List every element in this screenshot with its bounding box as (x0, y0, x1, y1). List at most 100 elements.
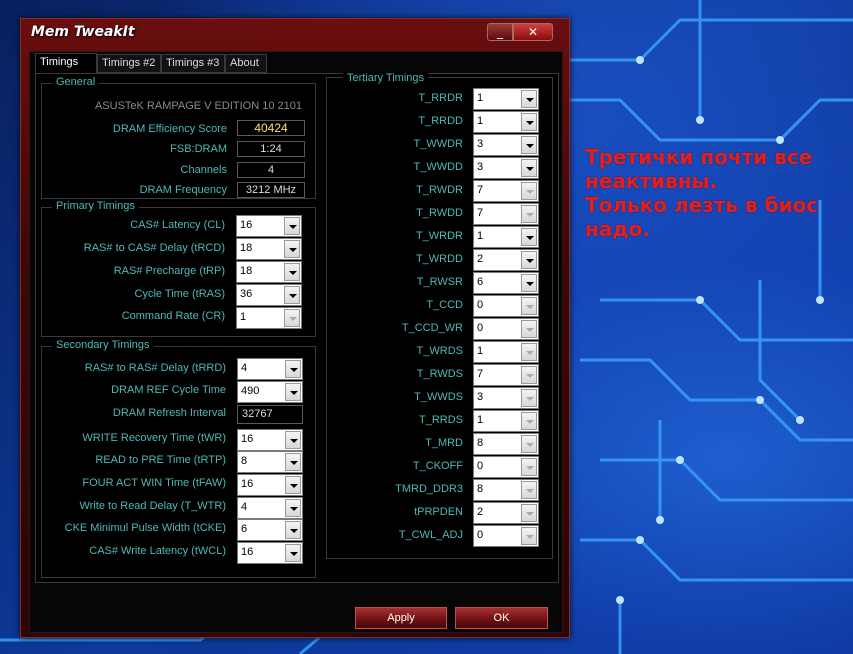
tab-timings-1[interactable]: Timings #1 (35, 53, 97, 85)
tertiary-label-tprpden: tPRPDEN (414, 506, 463, 518)
chevron-down-icon[interactable] (521, 412, 537, 430)
chevron-down-icon[interactable] (521, 458, 537, 476)
twr-select[interactable]: 16 (237, 429, 303, 451)
chevron-down-icon[interactable] (284, 286, 300, 304)
chevron-down-icon[interactable] (521, 251, 537, 269)
minimize-button[interactable]: _ (487, 23, 513, 41)
tertiary-select-tmrd-ddr3[interactable]: 8 (473, 479, 539, 501)
trrd-label: RAS# to RAS# Delay (tRRD) (84, 362, 226, 374)
cas-latency-select[interactable]: 16 (236, 215, 302, 237)
tertiary-value: 8 (477, 437, 484, 449)
tab-about[interactable]: About (225, 54, 267, 73)
tertiary-select-t-rrds[interactable]: 1 (473, 410, 539, 432)
trtp-select[interactable]: 8 (237, 451, 303, 473)
chevron-down-icon[interactable] (521, 504, 537, 522)
trp-select[interactable]: 18 (236, 261, 302, 283)
chevron-down-icon[interactable] (285, 476, 301, 494)
twtr-select[interactable]: 4 (237, 497, 303, 519)
tertiary-value: 3 (477, 138, 484, 150)
tertiary-select-t-wrds[interactable]: 1 (473, 341, 539, 363)
chevron-down-icon[interactable] (285, 360, 301, 378)
apply-button[interactable]: Apply (355, 607, 447, 629)
title-bar[interactable]: Mem TweakIt _ ✕ (21, 19, 569, 49)
chevron-down-icon[interactable] (285, 499, 301, 517)
timings-1-pane: General ASUSTeK RAMPAGE V EDITION 10 210… (35, 72, 559, 583)
chevron-down-icon[interactable] (521, 90, 537, 108)
chevron-down-icon[interactable] (285, 521, 301, 539)
chevron-down-icon[interactable] (285, 383, 301, 401)
command-rate-select[interactable]: 1 (236, 307, 302, 329)
chevron-down-icon[interactable] (521, 113, 537, 131)
chevron-down-icon[interactable] (521, 228, 537, 246)
tertiary-select-t-rwdd[interactable]: 7 (473, 203, 539, 225)
tertiary-label-t-wwdr: T_WWDR (413, 138, 464, 150)
chevron-down-icon[interactable] (284, 309, 300, 327)
efficiency-value: 40424 (237, 120, 305, 136)
close-button[interactable]: ✕ (513, 23, 553, 41)
tertiary-select-t-rwsr[interactable]: 6 (473, 272, 539, 294)
chevron-down-icon[interactable] (521, 297, 537, 315)
chevron-down-icon[interactable] (521, 320, 537, 338)
chevron-down-icon[interactable] (284, 263, 300, 281)
twcl-label: CAS# Write Latency (tWCL) (89, 545, 226, 557)
tertiary-select-t-rwds[interactable]: 7 (473, 364, 539, 386)
tertiary-label-t-wrdr: T_WRDR (415, 230, 463, 242)
chevron-down-icon[interactable] (521, 343, 537, 361)
tcke-select[interactable]: 6 (237, 519, 303, 541)
tertiary-select-t-rwdr[interactable]: 7 (473, 180, 539, 202)
annotation-line: надо. (585, 217, 650, 241)
tertiary-select-t-rrdd[interactable]: 1 (473, 111, 539, 133)
tras-label: Cycle Time (tRAS) (134, 288, 225, 300)
tras-select[interactable]: 36 (236, 284, 302, 306)
tertiary-label-t-rwdr: T_RWDR (416, 184, 463, 196)
tertiary-select-t-cwl-adj[interactable]: 0 (473, 525, 539, 547)
chevron-down-icon[interactable] (521, 182, 537, 200)
chevron-down-icon[interactable] (521, 435, 537, 453)
chevron-down-icon[interactable] (521, 159, 537, 177)
tertiary-value: 1 (477, 414, 484, 426)
tcke-label: CKE Minimul Pulse Width (tCKE) (64, 522, 226, 534)
chevron-down-icon[interactable] (284, 240, 300, 258)
tertiary-select-t-mrd[interactable]: 8 (473, 433, 539, 455)
chevron-down-icon[interactable] (521, 389, 537, 407)
trcd-select[interactable]: 18 (236, 238, 302, 260)
tertiary-value: 1 (477, 230, 484, 242)
chevron-down-icon[interactable] (521, 274, 537, 292)
tfaw-select[interactable]: 16 (237, 474, 303, 496)
trrd-select[interactable]: 4 (237, 358, 303, 380)
tertiary-value: 0 (477, 299, 484, 311)
twtr-label: Write to Read Delay (T_WTR) (79, 500, 227, 512)
tertiary-select-t-wrdr[interactable]: 1 (473, 226, 539, 248)
chevron-down-icon[interactable] (285, 544, 301, 562)
tertiary-select-t-wrdd[interactable]: 2 (473, 249, 539, 271)
tab-timings-3[interactable]: Timings #3 (161, 54, 225, 73)
trp-label: RAS# Precharge (tRP) (113, 265, 225, 277)
chevron-down-icon[interactable] (284, 217, 300, 235)
tertiary-select-tprpden[interactable]: 2 (473, 502, 539, 524)
chevron-down-icon[interactable] (521, 481, 537, 499)
fsb-dram-label: FSB:DRAM (170, 143, 227, 155)
ref-cycle-select[interactable]: 490 (237, 381, 303, 403)
tertiary-select-t-ckoff[interactable]: 0 (473, 456, 539, 478)
chevron-down-icon[interactable] (521, 366, 537, 384)
chevron-down-icon[interactable] (521, 205, 537, 223)
tertiary-select-t-ccd[interactable]: 0 (473, 295, 539, 317)
tertiary-select-t-ccd-wr[interactable]: 0 (473, 318, 539, 340)
tab-timings-2[interactable]: Timings #2 (97, 54, 161, 73)
tertiary-select-t-wwdr[interactable]: 3 (473, 134, 539, 156)
chevron-down-icon[interactable] (521, 527, 537, 545)
twcl-select[interactable]: 16 (237, 542, 303, 564)
tertiary-label-t-wwds: T_WWDS (414, 391, 463, 403)
tertiary-select-t-wwdd[interactable]: 3 (473, 157, 539, 179)
tertiary-select-t-rrdr[interactable]: 1 (473, 88, 539, 110)
fsb-dram-value: 1:24 (237, 141, 305, 157)
refresh-interval-value[interactable]: 32767 (237, 405, 303, 424)
chevron-down-icon[interactable] (285, 453, 301, 471)
chevron-down-icon[interactable] (285, 431, 301, 449)
ok-button[interactable]: OK (455, 607, 548, 629)
chevron-down-icon[interactable] (521, 136, 537, 154)
ref-cycle-value: 490 (241, 385, 260, 397)
tertiary-label-t-rrds: T_RRDS (418, 414, 463, 426)
annotation-text: Третички почти все неактивны. Только лез… (585, 145, 845, 241)
tertiary-select-t-wwds[interactable]: 3 (473, 387, 539, 409)
